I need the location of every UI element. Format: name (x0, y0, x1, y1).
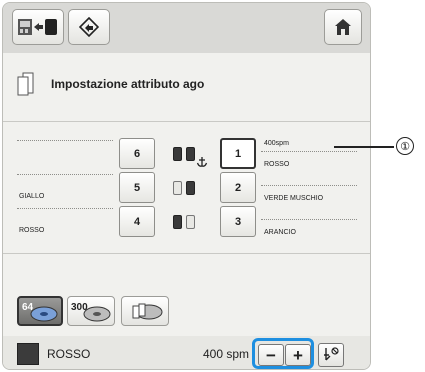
speed-300-button[interactable]: 300 (67, 296, 115, 326)
spool-left-icon (173, 147, 182, 161)
needle-5-color: GIALLO (19, 193, 45, 200)
needle-2-color: VERDE MUSCHIO (264, 195, 324, 202)
machine-icon (18, 19, 57, 35)
needle-row-1: 6 1 400spm ROSSO (3, 137, 370, 171)
needle-4-button[interactable]: 4 (119, 206, 155, 237)
divider-top (3, 121, 370, 122)
needle-6-color-field (17, 140, 113, 166)
spool-left-icon (173, 181, 182, 195)
anchor-icon (196, 157, 208, 167)
speed-64-label: 64 (22, 302, 34, 313)
thread-cut-icon (324, 347, 339, 361)
speed-value: 400 spm (203, 347, 250, 361)
needle-6-button[interactable]: 6 (119, 138, 155, 169)
needle-1-info: 400spm ROSSO (261, 140, 357, 168)
needle-3-button[interactable]: 3 (220, 206, 256, 237)
speed-plus-button[interactable]: + (285, 344, 311, 366)
callout-number: ① (396, 137, 414, 155)
diamond-arrow-icon (79, 17, 99, 37)
needle-5-color-field: GIALLO (17, 174, 113, 200)
needle-4-color: ROSSO (19, 227, 45, 234)
needle-1-speed: 400spm (264, 140, 289, 147)
needle-4-color-field: ROSSO (17, 208, 113, 234)
needle-attribute-button[interactable] (121, 296, 169, 326)
needle-5-button[interactable]: 5 (119, 172, 155, 203)
home-icon (335, 19, 351, 35)
current-color-name: ROSSO (47, 347, 91, 361)
divider-bottom (3, 253, 370, 254)
speed-minus-button[interactable]: − (258, 344, 284, 366)
needle-3-color: ARANCIO (264, 229, 296, 236)
spool-left-icon (173, 215, 182, 229)
page-title: Impostazione attributo ago (51, 77, 205, 91)
spool-right-icon (186, 147, 195, 161)
screen-header: Impostazione attributo ago (17, 71, 204, 97)
spool-attribute-icon (132, 303, 163, 320)
speed-64-icon: 64 (22, 302, 58, 322)
needle-row-2: GIALLO 5 2 VERDE MUSCHIO (3, 171, 370, 205)
thread-cut-button[interactable] (318, 343, 344, 367)
spool-right-icon (186, 181, 195, 195)
needle-settings-screen: Impostazione attributo ago 6 1 400spm RO… (2, 2, 371, 370)
needle-2-button[interactable]: 2 (220, 172, 256, 203)
embroidery-machine-button[interactable] (12, 9, 64, 45)
top-toolbar (3, 3, 370, 53)
edit-screen-button[interactable] (68, 9, 110, 45)
needle-2-info: VERDE MUSCHIO (261, 174, 357, 202)
spool-right-icon (186, 215, 195, 229)
spool-settings-icon (17, 72, 34, 96)
needle-1-color: ROSSO (264, 161, 290, 168)
needle-3-info: ARANCIO (261, 208, 357, 236)
color-swatch (17, 343, 39, 365)
callout-line (334, 146, 394, 148)
speed-64-button[interactable]: 64 (17, 296, 63, 326)
home-button[interactable] (324, 9, 362, 45)
needle-1-button[interactable]: 1 (220, 138, 256, 169)
speed-300-label: 300 (71, 302, 88, 313)
needle-row-3: ROSSO 4 3 ARANCIO (3, 205, 370, 239)
speed-300-icon: 300 (71, 302, 111, 322)
